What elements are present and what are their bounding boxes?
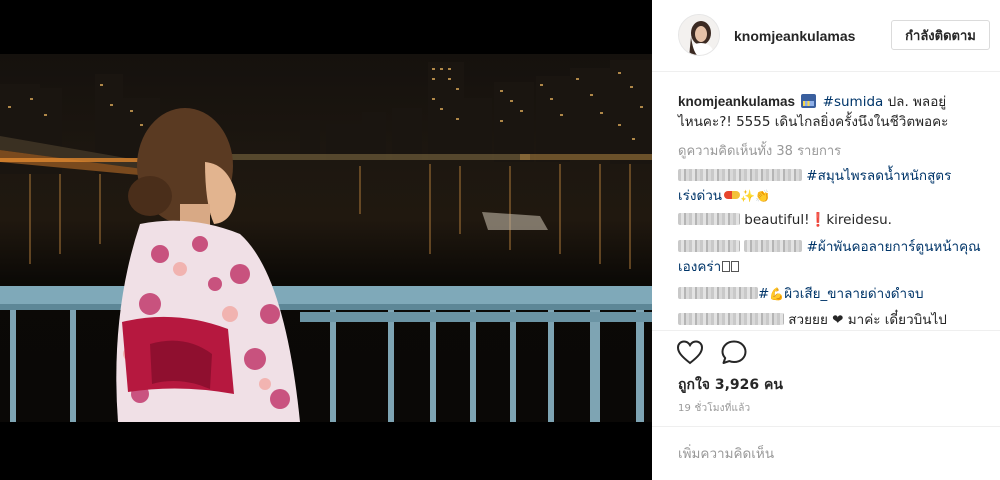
comment-hashtag-cont[interactable]: เร่งด่วน [678,188,722,204]
comment-button[interactable] [720,339,750,367]
comment-text-cont: kireidesu. [826,212,892,228]
comment-item: สวยยย ❤ มาค่ะ เดี๋ยวบินไป [678,310,990,330]
blurred-username [678,313,784,325]
add-comment-input[interactable] [678,444,978,464]
header-username[interactable]: knomjeankulamas [734,28,855,44]
comment-item: beautiful!❗kireidesu. [678,210,990,230]
add-comment-divider [652,426,1000,427]
post-caption: knomjeankulamas #sumida ปล. พลอยู่ ไหนคะ… [678,92,990,132]
view-all-comments-link[interactable]: ดูความคิดเห็นทั้ง 38 รายการ [678,140,841,161]
post-header: knomjeankulamas กำลังติดตาม [652,0,1000,72]
pill-emoji-icon [724,191,741,199]
comment-hash[interactable]: # [758,286,769,302]
blurred-username [678,240,740,252]
likes-count[interactable]: ถูกใจ 3,926 คน [678,374,783,396]
night-river-photo [0,60,652,422]
blurred-mention [744,240,803,252]
night-city-emoji-icon [801,94,817,108]
caption-line1-text: ปล. พลอยู่ [883,94,947,110]
comment-hashtag[interactable]: #สมุนไพรลดน้ำหนักสูตร [806,168,951,184]
actions-divider [652,330,1000,331]
flexed-biceps-emoji-icon: 💪 [769,287,785,301]
avatar-image [679,15,719,55]
missing-glyph-icon [722,261,731,272]
comment-item: #ผ้าพันคอลายการ์ตูนหน้าคุณ เองคร่า [678,237,990,277]
speech-bubble-icon [721,340,747,364]
comment-text: สวยยย ❤ มาค่ะ เดี๋ยวบินไป [788,312,947,328]
clapping-hands-emoji-icon: 👏 [755,189,770,203]
caption-line2-text: ไหนคะ?! 5555 เดินไกลยิ่งครั้งนึงในชีวิตพ… [678,114,949,130]
missing-glyph-icon [731,261,740,272]
post-timestamp[interactable]: 19 ชั่วโมงที่แล้ว [678,401,750,416]
blurred-username [678,169,802,181]
comment-item: #สมุนไพรลดน้ำหนักสูตร เร่งด่วน ✨👏 [678,166,990,206]
blurred-username [678,287,758,299]
post-side-panel: knomjeankulamas กำลังติดตาม knomjeankula… [652,0,1000,480]
comment-text: beautiful! [744,212,810,228]
comment-item: #💪ผิวเสีย_ขาลายด่างดำจบ [678,284,990,304]
post-photo[interactable] [0,54,652,422]
comment-hashtag[interactable]: #ผ้าพันคอลายการ์ตูนหน้าคุณ [807,239,981,255]
post-photo-pane [0,0,652,480]
caption-username[interactable]: knomjeankulamas [678,94,795,109]
comment-hashtag-cont[interactable]: เองคร่า [678,259,721,275]
like-button[interactable] [676,339,706,367]
blurred-username [678,213,740,225]
avatar[interactable] [678,14,720,56]
sparkles-emoji-icon: ✨ [740,189,755,203]
following-button[interactable]: กำลังติดตาม [891,20,990,50]
caption-hashtag[interactable]: #sumida [823,94,884,110]
comment-hashtag[interactable]: ผิวเสีย_ขาลายด่างดำจบ [784,286,923,302]
heart-outline-icon [676,340,704,365]
exclamation-emoji-icon: ❗ [809,212,827,228]
